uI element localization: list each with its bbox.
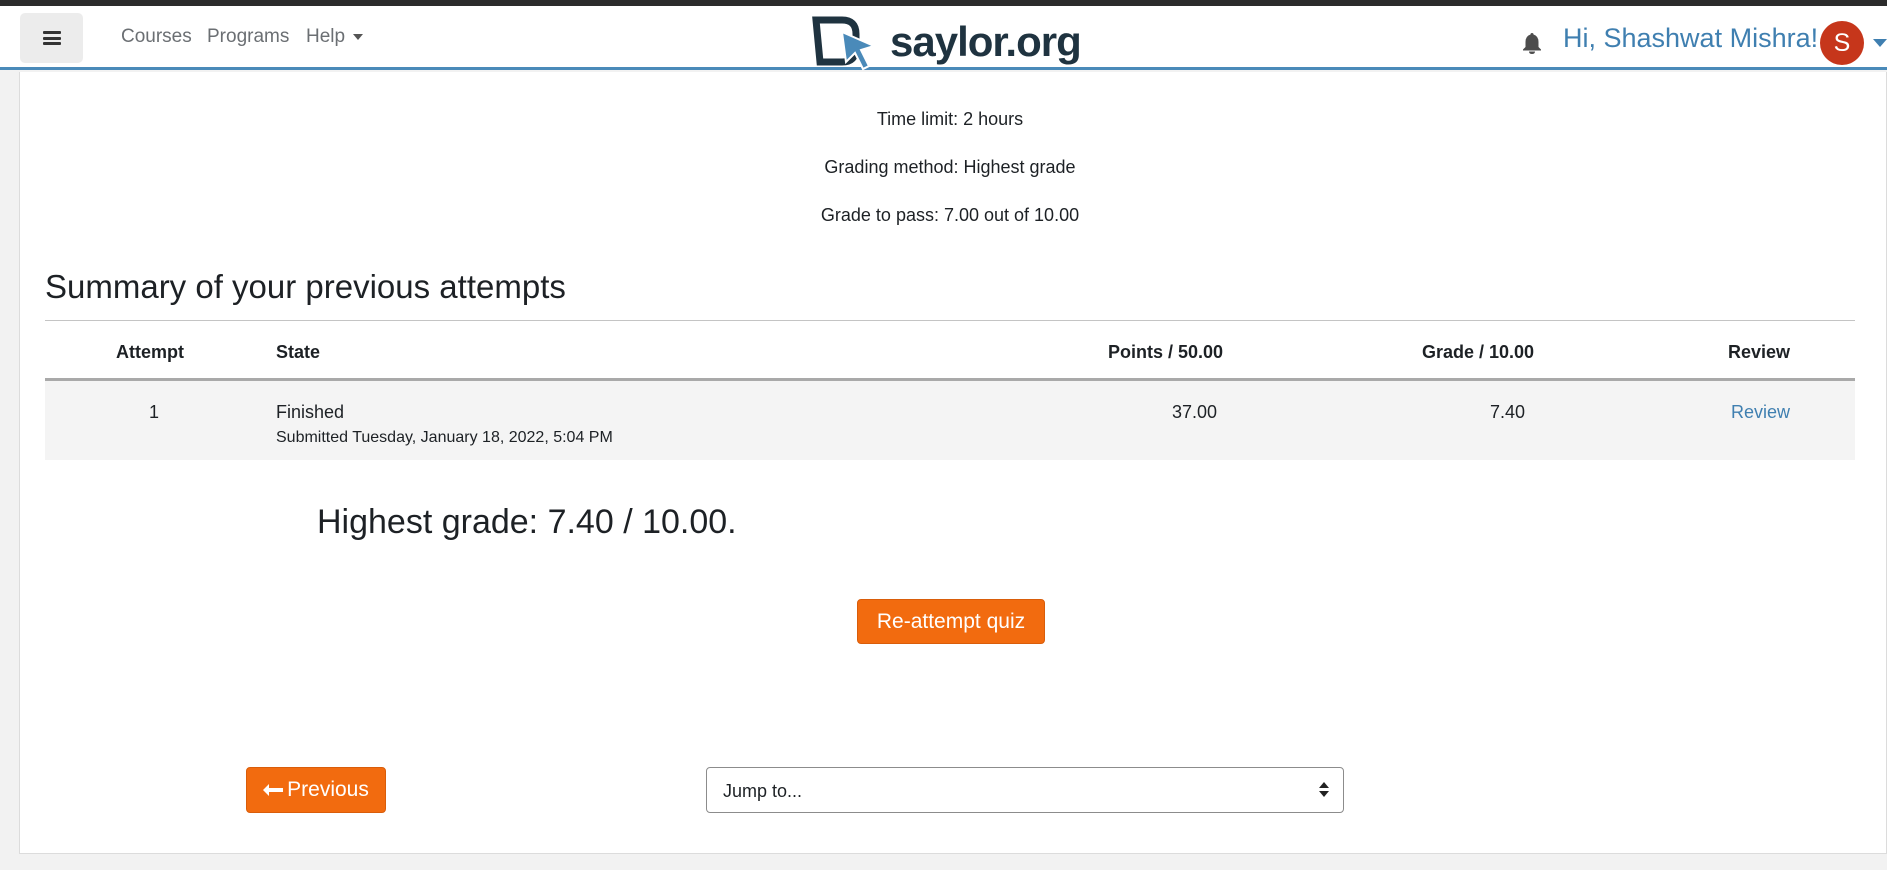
select-arrows-icon: [1319, 782, 1329, 800]
column-header-points: Points / 50.00: [1108, 342, 1224, 362]
chevron-down-icon: [353, 33, 364, 40]
user-menu-chevron-icon[interactable]: [1873, 39, 1887, 47]
saylor-logo-icon: [812, 16, 877, 71]
table-row: 1 Finished Submitted Tuesday, January 18…: [45, 381, 1855, 460]
user-greeting[interactable]: Hi, Shashwat Mishra!: [1563, 23, 1818, 54]
column-header-attempt: Attempt: [116, 342, 184, 362]
column-header-review: Review: [1728, 342, 1791, 362]
quiz-grade-to-pass: Grade to pass: 7.00 out of 10.00: [820, 205, 1080, 225]
bell-icon: [1523, 33, 1541, 54]
main-content: Time limit: 2 hours Grading method: High…: [19, 72, 1887, 854]
arrow-left-icon: [263, 784, 284, 796]
nav-link-help[interactable]: Help: [306, 26, 364, 48]
page-title: Summary of your previous attempts: [45, 268, 566, 305]
logo-wordmark: saylor.org ACADEMY: [890, 18, 1082, 89]
attempts-table-header: Attempt State Points / 50.00 Grade / 10.…: [45, 328, 1855, 381]
hamburger-icon: [42, 31, 61, 45]
quiz-grading-method: Grading method: Highest grade: [824, 157, 1076, 177]
reattempt-quiz-label: Re-attempt quiz: [876, 609, 1026, 633]
notifications-button[interactable]: [1522, 32, 1542, 59]
column-header-grade: Grade / 10.00: [1422, 342, 1535, 362]
nav-link-programs[interactable]: Programs: [207, 26, 289, 48]
column-header-state: State: [276, 342, 321, 362]
site-logo[interactable]: saylor.org ACADEMY: [812, 12, 1082, 89]
previous-activity-label: Previous: [287, 778, 369, 801]
highest-grade: Highest grade: 7.40 / 10.00.: [317, 503, 737, 541]
reattempt-quiz-button[interactable]: Re-attempt quiz: [857, 599, 1045, 644]
previous-activity-button[interactable]: Previous: [246, 767, 386, 813]
quiz-time-limit: Time limit: 2 hours: [876, 109, 1024, 129]
nav-link-courses[interactable]: Courses: [121, 26, 192, 48]
avatar-initial: S: [1833, 28, 1851, 57]
attempt-submitted-date: Submitted Tuesday, January 18, 2022, 5:0…: [276, 429, 613, 446]
attempt-state: Finished: [276, 402, 345, 422]
logo-text: saylor.org: [890, 18, 1082, 65]
jump-to-selected-value: Jump to...: [723, 781, 803, 801]
title-divider: [45, 320, 1855, 321]
attempt-grade: 7.40: [1490, 402, 1526, 422]
avatar[interactable]: S: [1820, 21, 1864, 65]
attempt-number: 1: [149, 402, 160, 422]
jump-to-select[interactable]: Jump to...: [706, 767, 1344, 813]
attempt-points: 37.00: [1172, 402, 1218, 422]
top-navbar: Courses Programs Help saylor.org ACADEMY…: [0, 6, 1887, 89]
nav-link-help-label: Help: [306, 26, 346, 47]
review-attempt-link[interactable]: Review: [1731, 402, 1790, 423]
menu-toggle-button[interactable]: [20, 13, 83, 63]
